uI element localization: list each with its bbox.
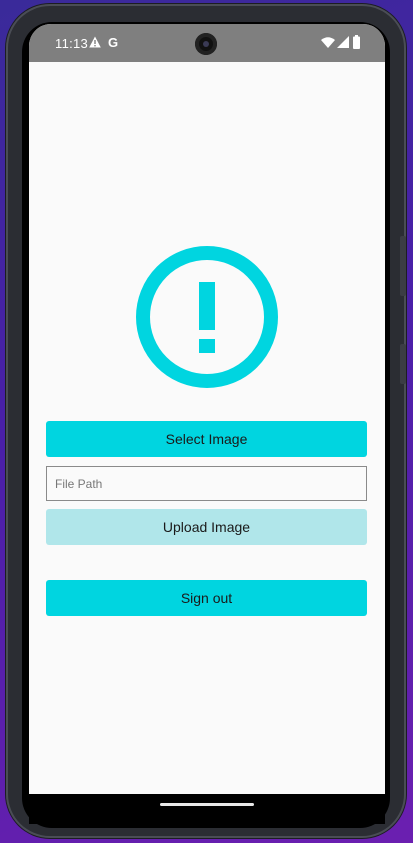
status-bar: 11:13 G (29, 24, 385, 62)
front-camera (195, 33, 217, 55)
sign-out-button[interactable]: Sign out (46, 580, 367, 616)
status-time: 11:13 (55, 36, 89, 51)
wifi-icon (321, 37, 335, 48)
navigation-bar (29, 794, 385, 824)
warning-icon (89, 36, 101, 48)
power-button (400, 344, 406, 384)
app-screen: 11:13 G Select Image Upload Image Sign o… (29, 24, 385, 794)
volume-button (400, 236, 406, 296)
google-icon: G (108, 35, 119, 50)
home-gesture-handle[interactable] (160, 803, 254, 806)
select-image-button[interactable]: Select Image (46, 421, 367, 457)
file-path-input[interactable] (46, 466, 367, 501)
cell-signal-icon (337, 36, 349, 48)
upload-image-button[interactable]: Upload Image (46, 509, 367, 545)
battery-icon (353, 35, 360, 49)
alert-circle-icon (136, 246, 278, 388)
